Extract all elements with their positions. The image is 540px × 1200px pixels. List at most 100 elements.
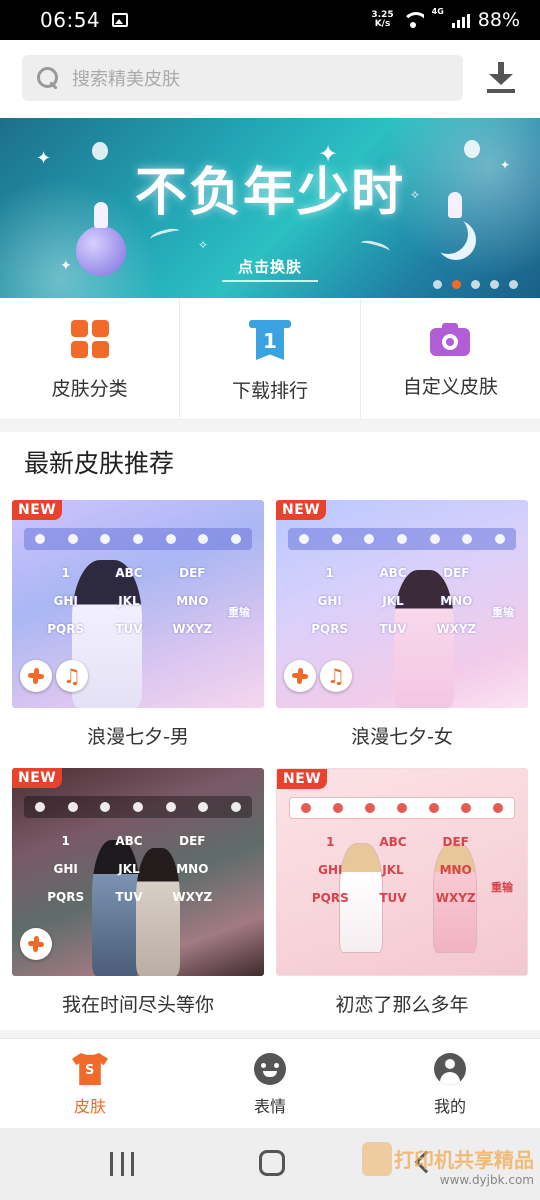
sound-effect-button[interactable]: ♫ [56,660,88,692]
watermark-url: www.dyjbk.com [439,1173,534,1187]
keyboard-keys-preview: 1 ABC DEF GHI JKL MNO PQRS TUV WXYZ [311,835,476,905]
skin-name: 浪漫七夕-女 [351,726,453,748]
nav-tab-profile[interactable]: 我的 [360,1039,540,1128]
section-title: 最新皮肤推荐 [24,449,175,478]
download-button[interactable] [486,62,516,94]
boy-figure-illustration [94,202,108,228]
pinwheel-icon [292,668,308,684]
keyboard-side-key: 重输 [228,606,250,619]
keyboard-toolbar-preview [288,528,516,550]
skin-name: 初恋了那么多年 [335,994,469,1016]
keyboard-toolbar-preview [289,797,515,819]
category-skin-classification[interactable]: 皮肤分类 [0,298,181,419]
gallery-notification-icon [112,13,129,27]
status-right-group: 3.25 K/s 4G 88% [371,7,520,31]
planet-illustration [76,226,126,276]
keyboard-side-key: 重输 [492,606,514,619]
apply-skin-button[interactable] [20,660,52,692]
skin-card[interactable]: NEW 1 ABC DEF GHI JKL MNO PQRS TUV WXYZ 重输 初恋了… [276,768,528,1017]
emoji-icon [254,1053,286,1085]
skin-card[interactable]: NEW 1 ABC DEF GHI JKL MNO PQRS TUV WXYZ 重输 ♫ 浪… [12,500,264,749]
nav-tab-label: 表情 [253,1097,286,1116]
network-speed-unit: K/s [374,19,391,29]
home-button[interactable] [259,1150,285,1176]
promo-banner[interactable]: ✦ ✦ ✦ ✦ ✧ ✧ 不负年少时 点击换肤 [0,118,540,298]
nav-tab-label: 皮肤 [73,1097,106,1116]
skin-preview-image[interactable]: NEW 1 ABC DEF GHI JKL MNO PQRS TUV WXYZ 重输 ♫ [12,500,264,708]
ranking-ribbon-icon: 1 [248,320,291,360]
keyboard-keys-preview: 1 ABC DEF GHI JKL MNO PQRS TUV WXYZ [47,566,213,636]
signal-icon [451,12,470,28]
battery-level: 88% [477,9,520,31]
category-shortcuts: 皮肤分类 1 下载排行 自定义皮肤 [0,298,540,420]
new-badge: NEW [12,768,63,788]
bottom-navigation: S 皮肤 表情 我的 [0,1038,540,1128]
carousel-dot[interactable] [509,280,518,289]
moon-illustration [428,214,468,254]
shirt-icon: S [72,1053,108,1085]
search-input[interactable]: 搜索精美皮肤 [22,55,463,101]
skin-card[interactable]: NEW 1 ABC DEF GHI JKL MNO PQRS TUV WXYZ 重输 ♫ 浪… [276,500,528,749]
pinwheel-icon [28,668,44,684]
sparkle-icon: ✧ [410,188,421,202]
nav-tab-emoji[interactable]: 表情 [180,1039,360,1128]
skin-preview-image[interactable]: NEW 1 ABC DEF GHI JKL MNO PQRS TUV WXYZ [12,768,264,976]
keyboard-toolbar-preview [24,528,252,550]
carousel-dot-active[interactable] [452,280,461,289]
system-navigation-bar: 打印机共享精品 www.dyjbk.com [0,1128,540,1200]
skin-name: 我在时间尽头等你 [61,994,214,1016]
carousel-indicator [433,280,518,289]
carousel-dot[interactable] [471,280,480,289]
network-type-label: 4G [431,7,444,16]
music-note-icon: ♫ [327,664,345,688]
apply-skin-button[interactable] [284,660,316,692]
wifi-icon [401,12,424,28]
balloon-icon [464,140,480,158]
category-custom-skin[interactable]: 自定义皮肤 [361,298,540,419]
search-placeholder: 搜索精美皮肤 [72,69,180,90]
balloon-icon [92,142,108,160]
category-download-ranking[interactable]: 1 下载排行 [180,298,361,419]
skin-preview-image[interactable]: NEW 1 ABC DEF GHI JKL MNO PQRS TUV WXYZ 重输 ♫ [276,500,528,708]
status-time: 06:54 [40,8,101,32]
sparkle-icon: ✦ [60,258,72,274]
recent-apps-button[interactable] [110,1152,134,1176]
category-label: 自定义皮肤 [402,376,498,398]
carousel-dot[interactable] [433,280,442,289]
skin-preview-image[interactable]: NEW 1 ABC DEF GHI JKL MNO PQRS TUV WXYZ 重输 [276,768,528,976]
keyboard-keys-preview: 1 ABC DEF GHI JKL MNO PQRS TUV WXYZ [47,834,213,904]
watermark: 打印机共享精品 www.dyjbk.com [394,1144,534,1187]
ranking-badge-number: 1 [255,326,284,360]
keyboard-side-key: 重输 [491,881,513,894]
network-speed: 3.25 K/s [371,11,393,29]
section-divider [0,1030,540,1038]
sparkle-icon: ✧ [198,238,209,252]
status-bar: 06:54 3.25 K/s 4G 88% [0,0,540,40]
watermark-text: 打印机共享精品 [394,1148,534,1172]
search-icon [36,66,60,90]
new-badge: NEW [12,500,63,520]
sparkle-icon: ✦ [500,158,511,172]
category-label: 下载排行 [231,380,308,402]
bird-illustration [359,238,391,256]
new-badge: NEW [277,769,328,789]
search-header: 搜索精美皮肤 [0,40,540,118]
sparkle-icon: ✦ [36,148,52,169]
pinwheel-icon [28,936,44,952]
grid-icon [70,320,109,358]
bird-illustration [149,226,181,244]
nav-tab-skins[interactable]: S 皮肤 [0,1039,180,1128]
apply-skin-button[interactable] [20,928,52,960]
profile-icon [434,1053,466,1085]
skin-name: 浪漫七夕-男 [87,726,189,748]
sound-effect-button[interactable]: ♫ [320,660,352,692]
banner-change-skin-button[interactable]: 点击换肤 [222,256,318,282]
music-note-icon: ♫ [63,664,81,688]
carousel-dot[interactable] [490,280,499,289]
girl-figure-illustration [448,192,462,218]
skin-card[interactable]: NEW 1 ABC DEF GHI JKL MNO PQRS TUV WXYZ 我在时间尽头… [12,768,264,1017]
section-divider [0,420,540,432]
camera-icon [430,322,471,356]
keyboard-keys-preview: 1 ABC DEF GHI JKL MNO PQRS TUV WXYZ [311,566,477,636]
new-badge: NEW [276,500,327,520]
